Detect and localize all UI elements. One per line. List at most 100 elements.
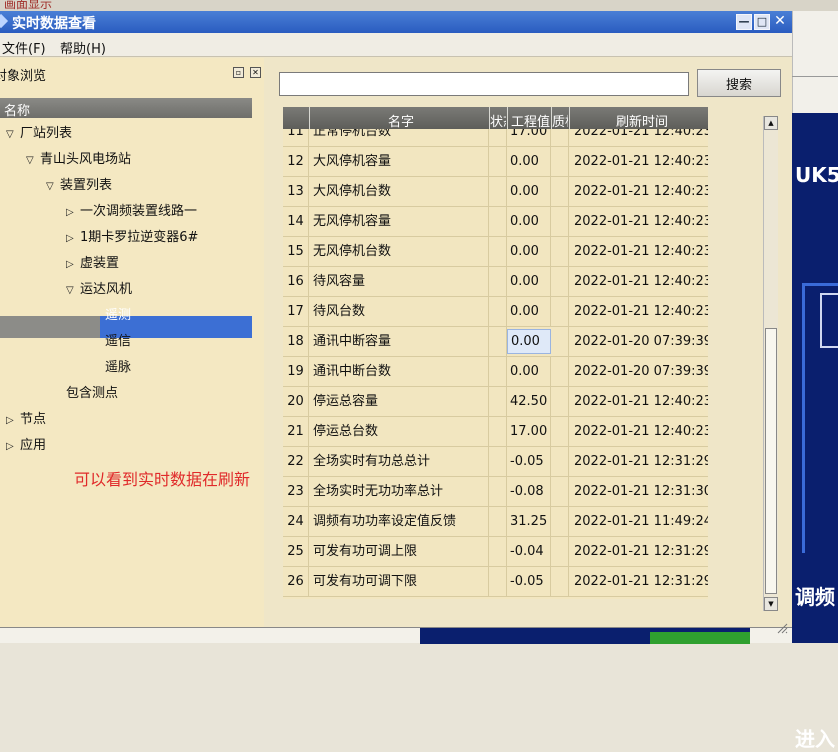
scroll-thumb[interactable] [765,328,777,594]
resize-grip-icon[interactable] [776,622,788,634]
tree-item-nodes[interactable]: ▷ 节点 [6,409,46,431]
row-quality [551,477,569,507]
row-name: 通讯中断容量 [309,327,489,357]
row-name: 调频有功功率设定值反馈 [309,507,489,537]
table-row[interactable]: 23 全场实时无功功率总计 -0.08 2022-01-21 12:31:30 [283,477,708,507]
close-panel-icon[interactable]: ✕ [250,67,261,78]
tree-item-telepulse[interactable]: 遥脉 [105,357,131,379]
table-row[interactable]: 13 大风停机台数 0.00 2022-01-21 12:40:23 [283,177,708,207]
row-value: 0.00 [507,237,551,267]
row-time: 2022-01-21 12:40:23 [574,184,708,199]
tree-item-stations[interactable]: ▽ 厂站列表 [6,123,72,145]
tree-item-points[interactable]: 包含测点 [66,383,118,405]
row-number: 23 [283,477,309,507]
collapse-arrow-icon[interactable]: ▷ [66,254,80,276]
expand-arrow-icon[interactable]: ▽ [26,150,40,172]
tree-item-station-qingshantou[interactable]: ▽ 青山头风电场站 [26,149,131,171]
data-table: 11 正常停机台数 17.00 2022-01-21 12:40:23 12 大风停机容量… [283,107,708,599]
row-name: 全场实时有功总总计 [309,447,489,477]
float-panel-icon[interactable]: ▫ [233,67,244,78]
row-status [489,447,507,477]
header-value[interactable]: 工程值 [511,111,551,130]
tree-item-telemetry[interactable]: 遥测 [105,305,131,327]
tree-item-virtual-device[interactable]: ▷ 虚装置 [66,253,119,275]
collapse-arrow-icon[interactable]: ▷ [66,202,80,224]
row-time: 2022-01-21 12:31:29 [574,574,708,589]
table-row[interactable]: 21 停运总台数 17.00 2022-01-21 12:40:23 [283,417,708,447]
row-number: 20 [283,387,309,417]
tree-item-freq-device[interactable]: ▷ 一次调频装置线路一 [66,201,197,223]
row-number: 22 [283,447,309,477]
menu-file[interactable]: 文件(F) [2,38,46,57]
table-row[interactable]: 18 通讯中断容量 0.00 2022-01-20 07:39:39 [283,327,708,357]
collapse-arrow-icon[interactable]: ▷ [6,436,20,458]
row-time: 2022-01-21 12:40:23 [574,424,708,439]
tree-item-devices[interactable]: ▽ 装置列表 [46,175,112,197]
row-status [489,297,507,327]
row-time: 2022-01-21 12:40:23 [574,274,708,289]
header-status[interactable]: 状态 [490,111,506,130]
row-quality [551,417,569,447]
row-number: 21 [283,417,309,447]
row-status [489,147,507,177]
row-value: 31.25 [507,507,551,537]
table-row[interactable]: 22 全场实时有功总总计 -0.05 2022-01-21 12:31:29 [283,447,708,477]
header-quality[interactable]: 质标 [552,111,568,130]
table-row[interactable]: 26 可发有功可调下限 -0.05 2022-01-21 12:31:29 [283,567,708,597]
row-quality [551,387,569,417]
search-input[interactable] [279,72,689,96]
collapse-arrow-icon[interactable]: ▷ [6,410,20,432]
table-row[interactable]: 17 待风台数 0.00 2022-01-21 12:40:23 [283,297,708,327]
table-row[interactable]: 19 通讯中断台数 0.00 2022-01-20 07:39:39 [283,357,708,387]
background-panel-light [792,11,838,113]
row-value: 0.00 [507,329,551,354]
table-row[interactable]: 25 可发有功可调上限 -0.04 2022-01-21 12:31:29 [283,537,708,567]
row-number: 16 [283,267,309,297]
close-button[interactable]: ✕ [772,14,788,30]
table-row[interactable]: 24 调频有功功率设定值反馈 31.25 2022-01-21 11:49:24 [283,507,708,537]
expand-arrow-icon[interactable]: ▽ [6,124,20,146]
table-row[interactable]: 20 停运总容量 42.50 2022-01-21 12:40:23 [283,387,708,417]
header-time[interactable]: 刷新时间 [616,111,668,130]
row-time: 2022-01-21 11:49:24 [574,514,708,529]
table-row[interactable]: 14 无风停机容量 0.00 2022-01-21 12:40:23 [283,207,708,237]
table-header-wrap: 名字 状态 工程值 质标 刷新时间 [283,107,708,130]
row-quality [551,567,569,597]
header-name[interactable]: 名字 [388,111,414,130]
row-status [489,477,507,507]
menu-bar: 文件(F) 帮助(H) [0,33,792,57]
background-divider [792,76,838,77]
tree-column-header[interactable]: 名称 [0,98,252,119]
window-title: 实时数据查看 [12,16,96,32]
search-button[interactable]: 搜索 [697,69,781,97]
collapse-arrow-icon[interactable]: ▷ [66,228,80,250]
row-name: 可发有功可调下限 [309,567,489,597]
expand-arrow-icon[interactable]: ▽ [46,176,60,198]
row-status [489,507,507,537]
table-scrollbar[interactable]: ▲ ▼ [763,116,778,611]
row-value: 17.00 [507,417,551,447]
row-time: 2022-01-21 12:40:23 [574,154,708,169]
minimize-button[interactable]: — [736,14,752,30]
maximize-button[interactable]: □ [754,14,770,30]
row-quality [551,237,569,267]
row-value: 42.50 [507,387,551,417]
row-number: 14 [283,207,309,237]
tree-item-telesignal[interactable]: 遥信 [105,331,131,353]
scroll-down-icon[interactable]: ▼ [764,597,778,611]
table-row[interactable]: 15 无风停机台数 0.00 2022-01-21 12:40:23 [283,237,708,267]
row-number: 15 [283,237,309,267]
window-titlebar[interactable]: 实时数据查看 — □ ✕ [0,11,792,33]
expand-arrow-icon[interactable]: ▽ [66,280,80,302]
row-quality [551,507,569,537]
row-status [489,267,507,297]
menu-help[interactable]: 帮助(H) [60,38,106,57]
tree-item-inverter[interactable]: ▷ 1期卡罗拉逆变器6# [66,227,198,249]
row-status [489,207,507,237]
tree-item-apps[interactable]: ▷ 应用 [6,435,46,457]
row-quality [551,357,569,387]
tree-item-wind-turbine[interactable]: ▽ 运达风机 [66,279,132,301]
scroll-up-icon[interactable]: ▲ [764,116,778,130]
table-row[interactable]: 16 待风容量 0.00 2022-01-21 12:40:23 [283,267,708,297]
table-row[interactable]: 12 大风停机容量 0.00 2022-01-21 12:40:23 [283,147,708,177]
